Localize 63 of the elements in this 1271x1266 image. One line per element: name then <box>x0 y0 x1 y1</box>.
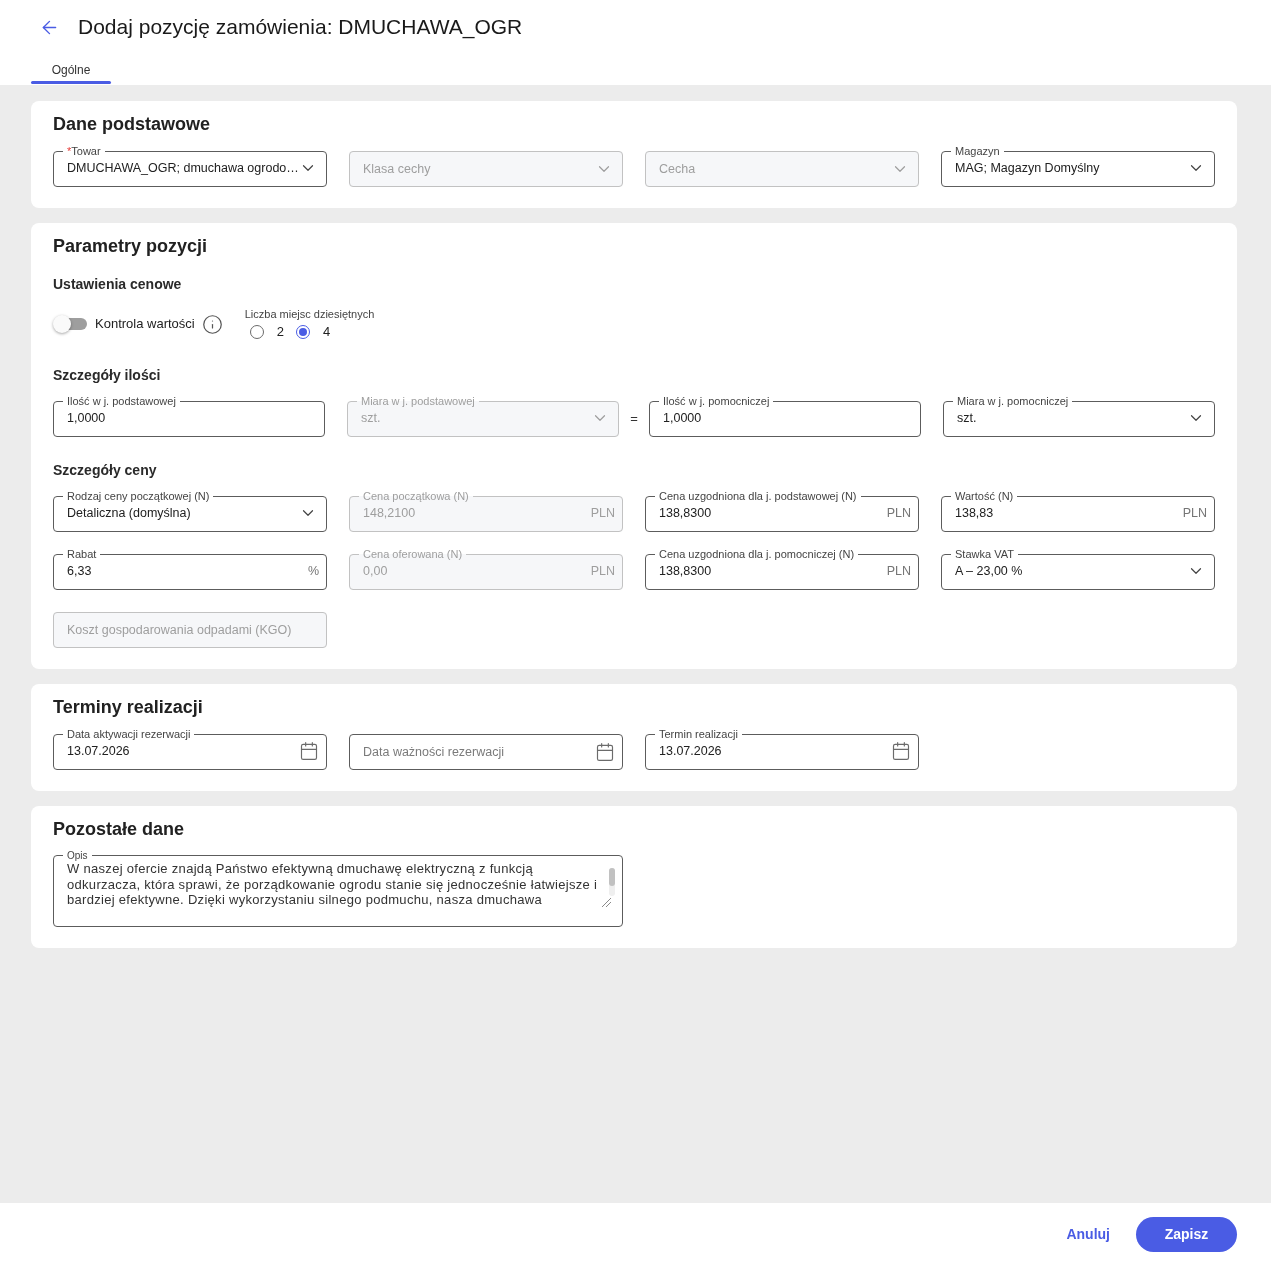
field-label: Cena uzgodniona dla j. podstawowej (N) <box>658 490 858 503</box>
field-label: Miara w j. podstawowej <box>360 395 476 408</box>
field-label: Cena początkowa (N) <box>362 490 470 503</box>
section-title: Terminy realizacji <box>53 696 204 719</box>
subsection-title: Ustawienia cenowe <box>53 275 183 294</box>
select-field[interactable]: Magazyn MAG; Magazyn Domyślny <box>941 145 1215 187</box>
scrollbar-thumb[interactable] <box>609 867 615 886</box>
field-label: Cena uzgodniona dla j. pomocniczej (N) <box>658 548 856 561</box>
field-label: Miara w j. pomocniczej <box>956 395 1070 408</box>
date-field[interactable]: Data aktywacji rezerwacji 13.07.2026 <box>53 728 327 770</box>
toggle-label: Kontrola wartości <box>95 315 195 334</box>
section-title: Parametry pozycji <box>53 235 209 258</box>
field-label: Ilość w j. podstawowej <box>66 395 177 408</box>
select-field[interactable]: *Towar DMUCHAWA_OGR; dmuchawa ogrodo… <box>53 145 327 187</box>
resize-handle-icon[interactable] <box>601 896 611 907</box>
unit-label: PLN <box>886 505 911 522</box>
radio-icon[interactable] <box>249 325 264 339</box>
section-title: Dane podstawowe <box>53 113 212 136</box>
toggle-switch[interactable] <box>53 315 87 333</box>
input-field[interactable]: Cena uzgodniona dla j. podstawowej (N) 138,8300 PLN <box>645 490 919 532</box>
calendar-icon[interactable] <box>891 741 911 761</box>
unit-label: PLN <box>886 563 911 580</box>
tab[interactable]: Ogólne <box>31 59 111 85</box>
select-field[interactable]: Stawka VAT A – 23,00 % <box>941 548 1215 590</box>
cancel-button[interactable]: Anuluj <box>1064 1217 1112 1252</box>
field-label: Cena oferowana (N) <box>362 548 464 561</box>
field-label: Rabat <box>66 548 98 561</box>
info-icon[interactable] <box>201 313 223 335</box>
unit-label: PLN <box>590 505 615 522</box>
input-field[interactable]: Wartość (N) 138,83 PLN <box>941 490 1215 532</box>
field-label: Data aktywacji rezerwacji <box>66 728 192 741</box>
subsection-title: Szczegóły ceny <box>53 461 158 480</box>
date-field[interactable]: Termin realizacji 13.07.2026 <box>645 728 919 770</box>
field-label: Opis <box>66 850 89 861</box>
unit-label: % <box>307 563 319 580</box>
calendar-icon[interactable] <box>299 741 319 761</box>
input-field[interactable]: Rabat 6,33 % <box>53 548 327 590</box>
field-label: Wartość (N) <box>954 490 1015 503</box>
radio-group-label: Liczba miejsc dziesiętnych <box>244 308 375 321</box>
save-button[interactable]: Zapisz <box>1136 1217 1237 1252</box>
field-label: Ilość w j. pomocniczej <box>662 395 771 408</box>
text-area[interactable]: Opis W naszej ofercie znajdą Państwo efektywną dmuchawę elektryczną z funkcją odkurzacza, która sprawi, że porządkowanie ogrodu stanie się jednocześnie łatwiejsze i bardziej efektywne. Dzięki wykorzystaniu silnego podmuchu, nasza dmuchawa <box>53 850 623 927</box>
unit-label: PLN <box>590 563 615 580</box>
field-label: *Towar <box>66 145 102 158</box>
date-field[interactable]: Data ważności rezerwacji <box>349 734 623 770</box>
field-label: Rodzaj ceny początkowej (N) <box>66 490 211 503</box>
field-label: Magazyn <box>954 145 1001 158</box>
radio-icon[interactable] <box>295 325 310 339</box>
calendar-icon[interactable] <box>595 742 615 762</box>
field-label: Termin realizacji <box>658 728 739 741</box>
input-field[interactable]: Ilość w j. podstawowej 1,0000 <box>53 395 325 437</box>
select-field[interactable]: Rodzaj ceny początkowej (N) Detaliczna (domyślna) <box>53 490 327 532</box>
section-title: Pozostałe dane <box>53 818 186 841</box>
input-field[interactable]: Cena uzgodniona dla j. pomocniczej (N) 138,8300 PLN <box>645 548 919 590</box>
radio-option[interactable]: 4 <box>295 324 331 340</box>
field-label: Stawka VAT <box>954 548 1015 561</box>
select-field[interactable]: Miara w j. pomocniczej szt. <box>943 395 1215 437</box>
unit-label: PLN <box>1182 505 1207 522</box>
subsection-title: Szczegóły ilości <box>53 366 162 385</box>
page-title: Dodaj pozycję zamówienia: DMUCHAWA_OGR <box>78 14 523 41</box>
radio-option[interactable]: 2 <box>249 324 284 340</box>
equals-sign: = <box>630 410 638 429</box>
input-field[interactable]: Ilość w j. pomocniczej 1,0000 <box>649 395 921 437</box>
